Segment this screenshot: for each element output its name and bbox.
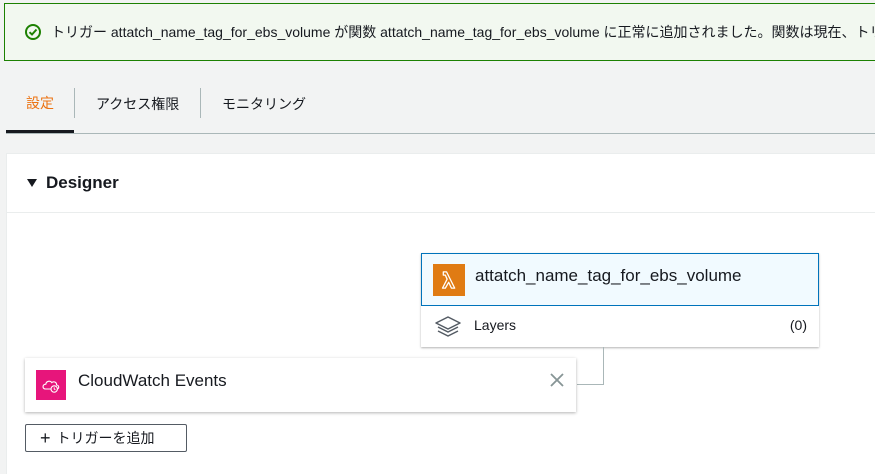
add-trigger-button[interactable]: + トリガーを追加 — [25, 424, 187, 452]
trigger-name: CloudWatch Events — [78, 371, 227, 390]
flash-text: トリガー attatch_name_tag_for_ebs_volume が関数… — [51, 24, 875, 40]
plus-icon: + — [40, 428, 51, 448]
designer-title: Designer — [46, 173, 119, 192]
cloudwatch-events-icon — [36, 370, 66, 400]
function-node[interactable]: attatch_name_tag_for_ebs_volume — [421, 253, 819, 306]
layers-count: (0) — [789, 317, 807, 333]
close-icon[interactable] — [549, 372, 565, 388]
success-flash-message: トリガー attatch_name_tag_for_ebs_volume が関数… — [4, 3, 875, 61]
layers-row[interactable]: Layers (0) — [421, 306, 819, 347]
designer-header[interactable]: Designer — [7, 154, 875, 213]
lambda-icon — [433, 264, 465, 296]
layers-label: Layers — [474, 317, 517, 333]
tab-divider — [74, 88, 75, 118]
add-trigger-label: トリガーを追加 — [56, 430, 155, 446]
layers-icon — [435, 316, 461, 337]
trigger-connector-line — [577, 347, 604, 385]
function-card[interactable]: attatch_name_tag_for_ebs_volume Layers (… — [421, 253, 819, 347]
success-check-icon — [25, 24, 41, 40]
tab-monitoring[interactable]: モニタリング — [222, 75, 306, 132]
tab-bar: 設定 アクセス権限 モニタリング — [6, 75, 875, 134]
function-name: attatch_name_tag_for_ebs_volume — [475, 266, 742, 285]
caret-down-icon[interactable] — [27, 179, 37, 187]
trigger-card[interactable]: CloudWatch Events — [25, 358, 576, 412]
tab-permissions[interactable]: アクセス権限 — [96, 75, 179, 132]
tab-settings[interactable]: 設定 — [6, 75, 74, 133]
tab-divider — [200, 88, 201, 118]
